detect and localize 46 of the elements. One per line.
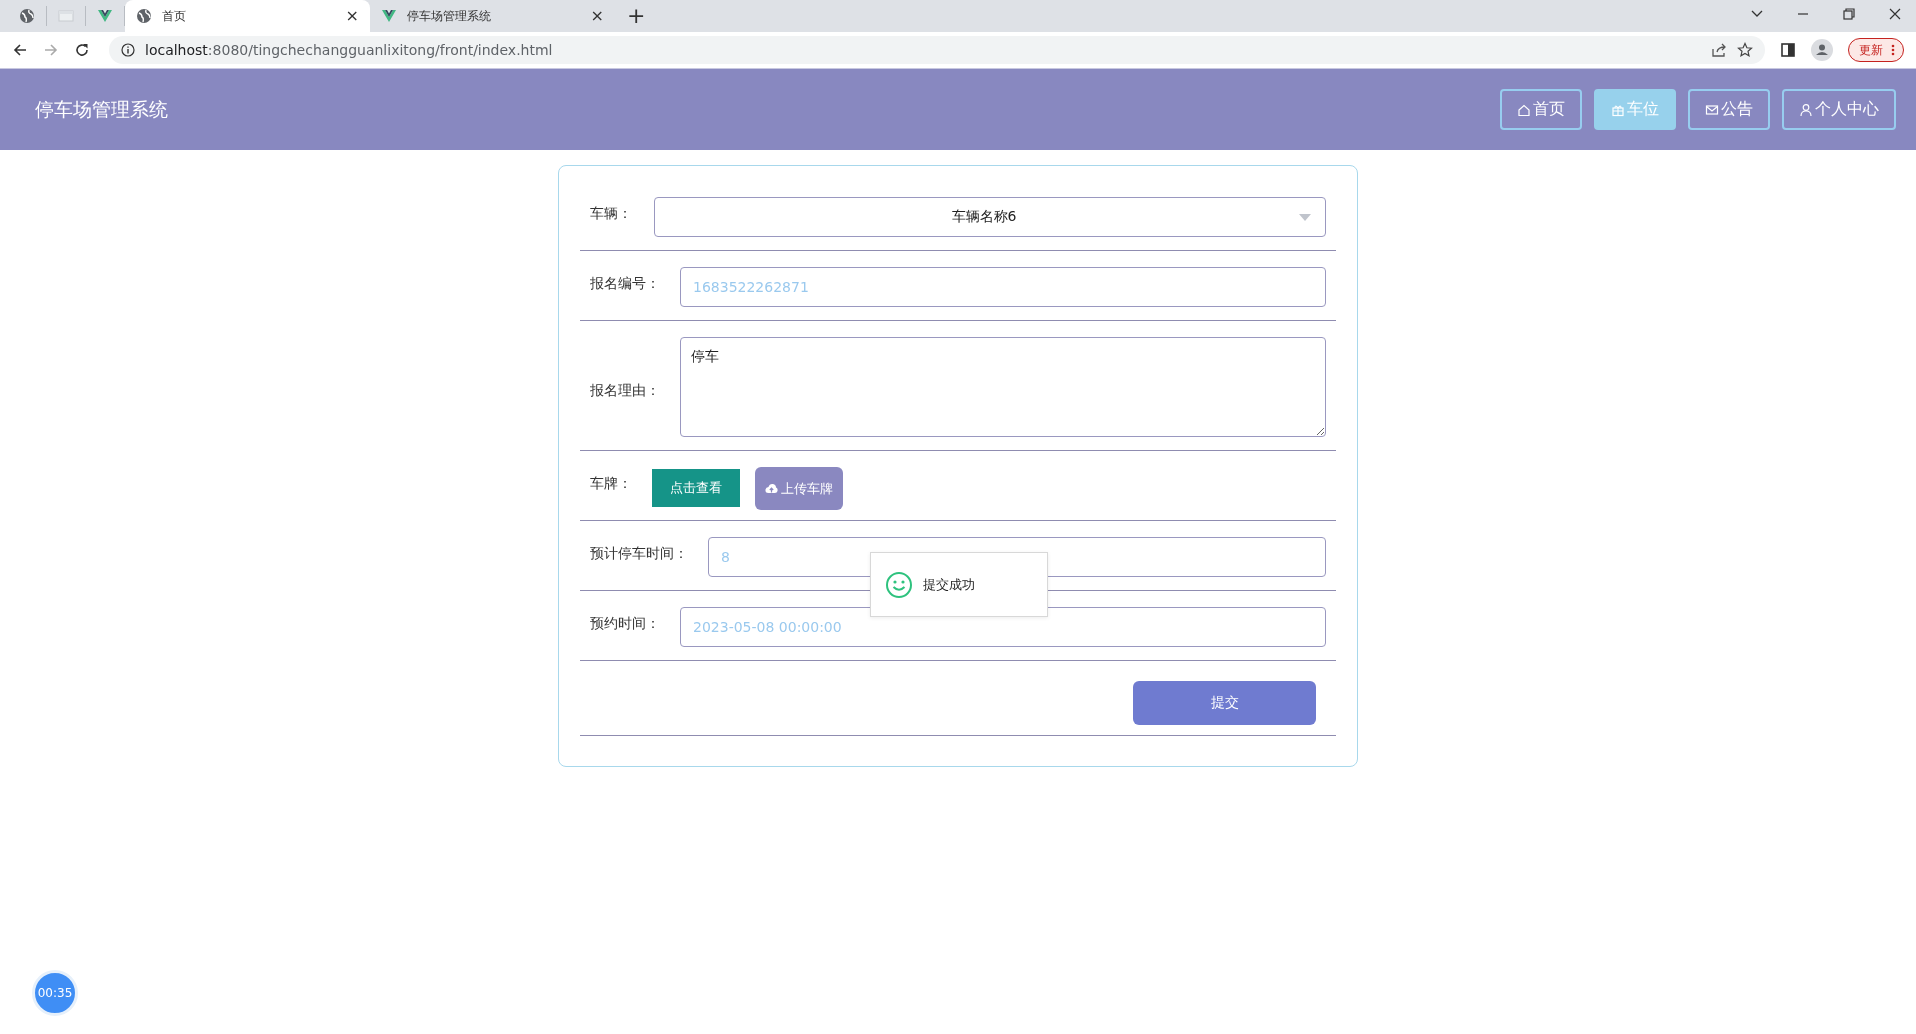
v-logo-icon: [97, 8, 113, 24]
reload-icon[interactable]: [74, 42, 90, 58]
side-panel-icon[interactable]: [1780, 42, 1796, 58]
nav-button[interactable]: 公告: [1688, 89, 1770, 130]
profile-icon[interactable]: [1811, 39, 1833, 61]
site-title: 停车场管理系统: [35, 96, 168, 122]
house-icon: [1517, 102, 1531, 117]
field-label: 预计停车时间：: [590, 544, 688, 563]
text-area[interactable]: 停车: [680, 337, 1326, 437]
star-icon[interactable]: [1737, 42, 1753, 58]
vehicle-select[interactable]: 车辆名称6: [654, 197, 1326, 237]
nav-button[interactable]: 个人中心: [1782, 89, 1896, 130]
envelope-icon: [1705, 102, 1719, 117]
close-icon[interactable]: ×: [590, 8, 604, 24]
more-options-icon: [1891, 44, 1895, 56]
info-icon: [121, 43, 135, 57]
address-bar[interactable]: localhost:8080/tingchechangguanlixitong/front/index.html: [109, 36, 1765, 64]
close-icon[interactable]: [1888, 7, 1902, 21]
smiley-icon: [885, 570, 913, 599]
update-button[interactable]: 更新: [1848, 38, 1904, 62]
share-icon[interactable]: [1711, 42, 1727, 58]
field-label: 预约时间：: [590, 614, 660, 633]
view-button[interactable]: 点击查看: [652, 469, 740, 507]
field-label: 报名编号：: [590, 274, 660, 293]
cloud-upload-icon: [765, 483, 778, 494]
new-tab-button[interactable]: +: [615, 0, 658, 32]
person-icon: [1799, 102, 1813, 117]
browser-tab[interactable]: 停车场管理系统 ×: [370, 0, 615, 32]
v-logo-icon: [381, 8, 397, 24]
page-icon: [58, 8, 74, 24]
toast-message: 提交成功: [870, 552, 1048, 617]
field-label: 车牌：: [590, 474, 632, 493]
globe-icon: [136, 8, 152, 24]
caret-icon: [1299, 213, 1311, 221]
timer-badge: 00:35: [32, 970, 78, 1016]
back-arrow-icon[interactable]: [12, 42, 28, 58]
field-label: 车辆：: [590, 204, 632, 223]
upload-button[interactable]: 上传车牌: [755, 467, 843, 510]
restore-icon[interactable]: [1842, 7, 1856, 21]
browser-tab[interactable]: 首页 ×: [125, 0, 370, 32]
close-icon[interactable]: ×: [345, 8, 359, 24]
globe-icon: [19, 8, 35, 24]
gift-icon: [1611, 102, 1625, 117]
field-label: 报名理由：: [590, 381, 660, 400]
nav-button[interactable]: 首页: [1500, 89, 1582, 130]
submit-button[interactable]: 提交: [1133, 681, 1316, 725]
